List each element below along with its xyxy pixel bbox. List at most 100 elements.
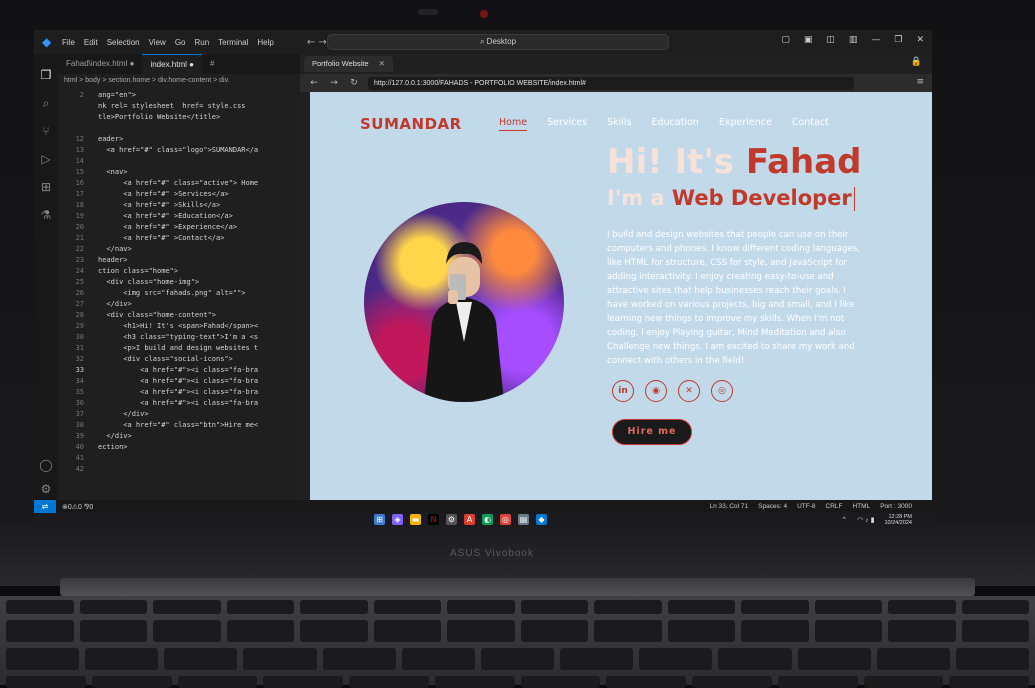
code-line[interactable]: 18 <a href="#" >Skills</a> (58, 200, 308, 211)
code-line[interactable]: 34 <a href="#"><i class="fa-bra (58, 376, 308, 387)
wifi-volume-battery-icon[interactable]: ◠ ♪ ▮ (857, 516, 874, 524)
netflix-icon[interactable]: N (428, 514, 439, 525)
reload-icon[interactable]: ↻ (348, 78, 360, 88)
code-line[interactable]: 12 eader> (58, 134, 308, 145)
code-line[interactable]: 36 <a href="#"><i class="fa-bra (58, 398, 308, 409)
code-line[interactable]: 17 <a href="#" >Services</a> (58, 189, 308, 200)
code-line[interactable]: 26 <img src="fahads.png" alt=""> (58, 288, 308, 299)
code-line[interactable]: 23 header> (58, 255, 308, 266)
clock[interactable]: 12:28 PM 10/24/2024 (884, 514, 912, 526)
code-line[interactable]: 39 </div> (58, 431, 308, 442)
search-icon[interactable]: ⌕ (39, 96, 53, 110)
layout-sidebar-icon[interactable]: ◫ (826, 35, 835, 45)
menu-edit[interactable]: Edit (84, 38, 98, 47)
code-editor[interactable]: 2 ang="en"> nk rel= stylesheet href= style… (58, 88, 308, 498)
code-line[interactable]: 37 </div> (58, 409, 308, 420)
code-line[interactable] (58, 123, 308, 134)
problems-indicator[interactable]: ⊗0⚠0 ⅋0 (62, 503, 93, 511)
account-icon[interactable]: ◯ (39, 458, 53, 472)
cursor-position[interactable]: Ln 33, Col 71 (709, 500, 748, 513)
code-line[interactable]: 29 <h1>Hi! It's <span>Fahad</span>< (58, 321, 308, 332)
acrobat-icon[interactable]: A (464, 514, 475, 525)
file-explorer-icon[interactable]: ▬ (410, 514, 421, 525)
menu-run[interactable]: Run (194, 38, 209, 47)
code-line[interactable]: 38 <a href="#" class="btn">Hire me< (58, 420, 308, 431)
code-line[interactable]: tle>Portfolio Website</title> (58, 112, 308, 123)
line-ending[interactable]: CRLF (826, 500, 843, 513)
code-line[interactable]: 2 ang="en"> (58, 90, 308, 101)
code-line[interactable]: 31 <p>I build and design websites t (58, 343, 308, 354)
nav-skills[interactable]: Skills (607, 117, 631, 131)
chevron-up-icon[interactable]: ⌃ (841, 516, 847, 524)
code-line[interactable]: 20 <a href="#" >Experience</a> (58, 222, 308, 233)
menu-view[interactable]: View (149, 38, 166, 47)
vscode-taskbar-icon[interactable]: ◆ (536, 514, 547, 525)
live-server-port[interactable]: Port : 3000 (880, 500, 912, 513)
run-debug-icon[interactable]: ▷ (39, 152, 53, 166)
breadcrumb[interactable]: html > body > section.home > div.home-co… (58, 74, 314, 88)
close-icon[interactable]: ✕ (916, 35, 924, 45)
code-line[interactable]: 15 <nav> (58, 167, 308, 178)
menu-go[interactable]: Go (175, 38, 186, 47)
code-line[interactable]: 22 </nav> (58, 244, 308, 255)
code-line[interactable]: 42 (58, 464, 308, 475)
nav-education[interactable]: Education (652, 117, 699, 131)
code-line[interactable]: 28 <div class="home-content"> (58, 310, 308, 321)
source-control-icon[interactable]: ⑂ (39, 124, 53, 138)
layout-icon[interactable]: ▢ (781, 35, 790, 45)
menu-selection[interactable]: Selection (107, 38, 140, 47)
settings-gear-icon[interactable]: ⚙ (39, 482, 53, 496)
start-icon[interactable]: ⊞ (374, 514, 385, 525)
hire-me-button[interactable]: Hire me (612, 419, 692, 445)
notepad-icon[interactable]: ▤ (518, 514, 529, 525)
copilot-icon[interactable]: ◈ (392, 514, 403, 525)
language-mode[interactable]: HTML (852, 500, 870, 513)
code-line[interactable]: 19 <a href="#" >Education</a> (58, 211, 308, 222)
nav-services[interactable]: Services (547, 117, 587, 131)
linkedin-icon[interactable]: in (612, 380, 634, 402)
forward-icon[interactable]: → (328, 78, 340, 88)
nav-experience[interactable]: Experience (719, 117, 772, 131)
code-line[interactable]: nk rel= stylesheet href= style.css (58, 101, 308, 112)
minimize-icon[interactable]: — (871, 35, 880, 45)
back-icon[interactable]: ← (308, 78, 320, 88)
instagram-icon[interactable]: ◎ (711, 380, 733, 402)
menu-file[interactable]: File (62, 38, 75, 47)
layout-panel-icon[interactable]: ▣ (804, 35, 813, 45)
github-icon[interactable]: ◉ (645, 380, 667, 402)
remote-indicator-icon[interactable]: ⇌ (34, 500, 56, 513)
testing-icon[interactable]: ⚗ (39, 208, 53, 222)
code-line[interactable]: 27 </div> (58, 299, 308, 310)
customize-layout-icon[interactable]: ▥ (849, 35, 858, 45)
code-line[interactable]: 25 <div class="home-img"> (58, 277, 308, 288)
encoding[interactable]: UTF-8 (797, 500, 815, 513)
close-tab-icon[interactable]: ✕ (379, 59, 385, 68)
settings-app-icon[interactable]: ⚙ (446, 514, 457, 525)
menu-help[interactable]: Help (257, 38, 273, 47)
more-menu-icon[interactable]: ≡ (916, 77, 924, 87)
history-arrows-icon[interactable]: ← → (307, 37, 327, 48)
code-line[interactable]: 40 ection> (58, 442, 308, 453)
code-line[interactable]: 24 ction class="home"> (58, 266, 308, 277)
code-line[interactable]: 30 <h3 class="typing-text">I'm a <s (58, 332, 308, 343)
tab-css[interactable]: # (202, 54, 222, 74)
code-line[interactable]: 32 <div class="social-icons"> (58, 354, 308, 365)
edge-icon[interactable]: ◐ (482, 514, 493, 525)
code-line[interactable]: 16 <a href="#" class="active"> Home (58, 178, 308, 189)
restore-icon[interactable]: ❐ (894, 35, 902, 45)
tab-fahad-index[interactable]: Fahad\index.html ● (58, 54, 142, 74)
code-line[interactable]: 21 <a href="#" >Contact</a> (58, 233, 308, 244)
explorer-icon[interactable]: ❐ (39, 68, 53, 82)
menu-terminal[interactable]: Terminal (218, 38, 248, 47)
preview-tab[interactable]: Portfolio Website ✕ (304, 56, 393, 72)
code-line[interactable]: 13 <a href="#" class="logo">SUMANDAR</a (58, 145, 308, 156)
code-line[interactable]: 35 <a href="#"><i class="fa-bra (58, 387, 308, 398)
site-logo[interactable]: SUMANDAR (360, 115, 462, 133)
x-icon[interactable]: ✕ (678, 380, 700, 402)
command-center[interactable]: ⌕ Desktop (327, 34, 669, 50)
nav-contact[interactable]: Contact (792, 117, 829, 131)
code-line[interactable]: 41 (58, 453, 308, 464)
code-line[interactable]: 33 <a href="#"><i class="fa-bra (58, 365, 308, 376)
nav-home[interactable]: Home (499, 117, 528, 131)
code-line[interactable]: 14 (58, 156, 308, 167)
